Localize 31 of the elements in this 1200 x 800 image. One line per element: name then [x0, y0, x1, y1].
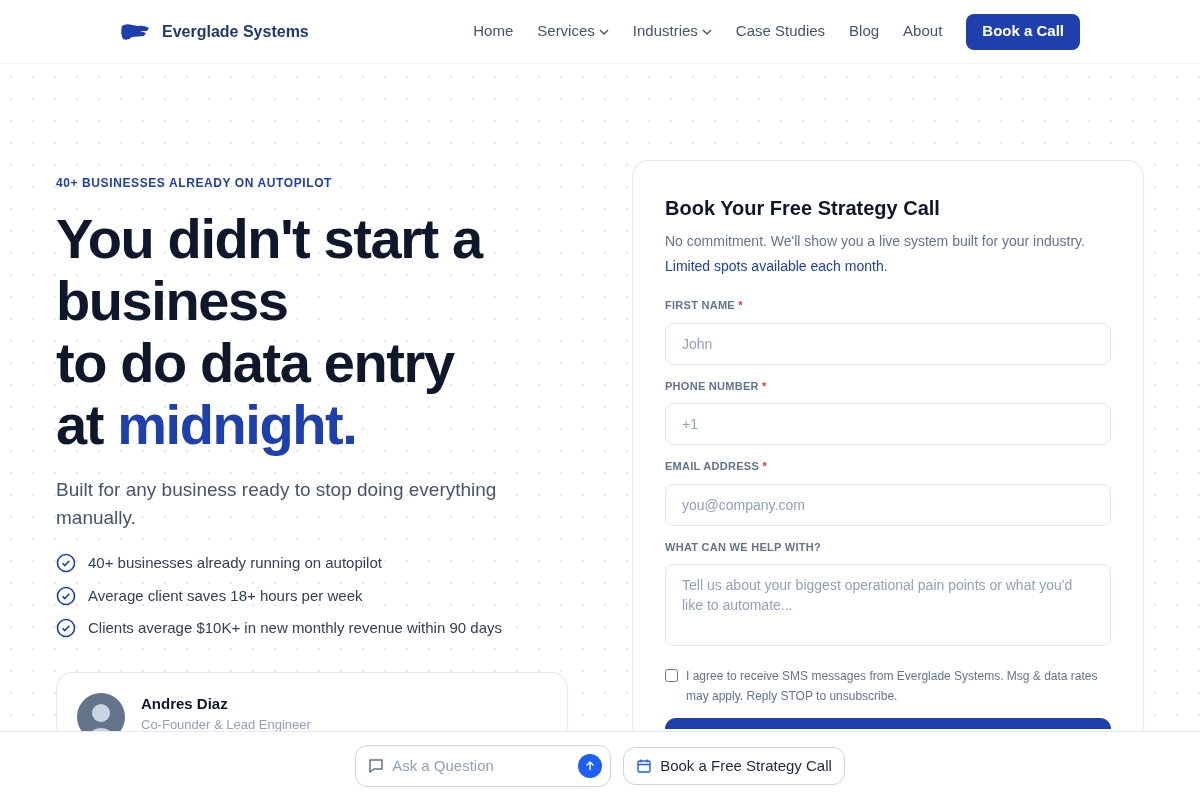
input-field[interactable]: +1: [665, 403, 1111, 445]
field-label: PHONE NUMBER *: [665, 378, 768, 394]
benefit-text: Average client saves 18+ hours per week: [88, 585, 363, 606]
ask-question-field[interactable]: Ask a Question: [355, 745, 612, 787]
benefit-text: Clients average $10K+ in new monthly revenue within 90 days: [88, 618, 502, 638]
form-intro: No commitment. We'll show you a live system built for your industry.: [665, 232, 1086, 251]
brand-name[interactable]: Everglade Systems: [162, 19, 309, 44]
nav-link[interactable]: Services: [537, 20, 609, 43]
input-field[interactable]: you@company.com: [665, 483, 1111, 526]
field-label: WHAT CAN WE HELP WITH?: [665, 539, 822, 555]
eyebrow-text: 40+ BUSINESSES ALREADY ON AUTOPILOT: [56, 175, 334, 192]
input-field[interactable]: John: [665, 322, 1111, 365]
testimonial-name: Andres Diaz: [141, 693, 229, 714]
nav-link[interactable]: About: [903, 20, 943, 43]
benefit-text: 40+ businesses already running on autopilot: [88, 553, 382, 573]
field-label: EMAIL ADDRESS *: [665, 459, 768, 474]
nav-link[interactable]: Home: [473, 20, 514, 43]
hero-headline: You didn't start a business to do data entry at midnight.: [56, 208, 484, 456]
field-label: FIRST NAME *: [665, 298, 744, 313]
form-title: Book Your Free Strategy Call: [665, 196, 941, 221]
question-input[interactable]: Ask a Question: [392, 754, 571, 778]
nav-link[interactable]: Industries: [632, 20, 712, 43]
testimonial-role: Co-Founder & Lead Engineer: [141, 716, 311, 734]
hero-subtitle: Built for any business ready to stop doing everything manually.: [56, 478, 498, 530]
nav-link[interactable]: Blog: [849, 20, 880, 43]
strategy-call-button[interactable]: Book a Free Strategy Call: [623, 747, 845, 785]
book-call-button[interactable]: Book a Call: [966, 13, 1080, 50]
nav-link[interactable]: Case Studies: [735, 20, 826, 43]
consent-text: I agree to receive SMS messages from Everglade Systems. Msg & data rates may apply. Reply STOP to unsubscribe.: [686, 668, 1099, 705]
form-highlight: Limited spots available each month.: [665, 257, 889, 276]
message-textarea[interactable]: Tell us about your biggest operational pain points or what you'd like to automate...: [665, 564, 1111, 646]
